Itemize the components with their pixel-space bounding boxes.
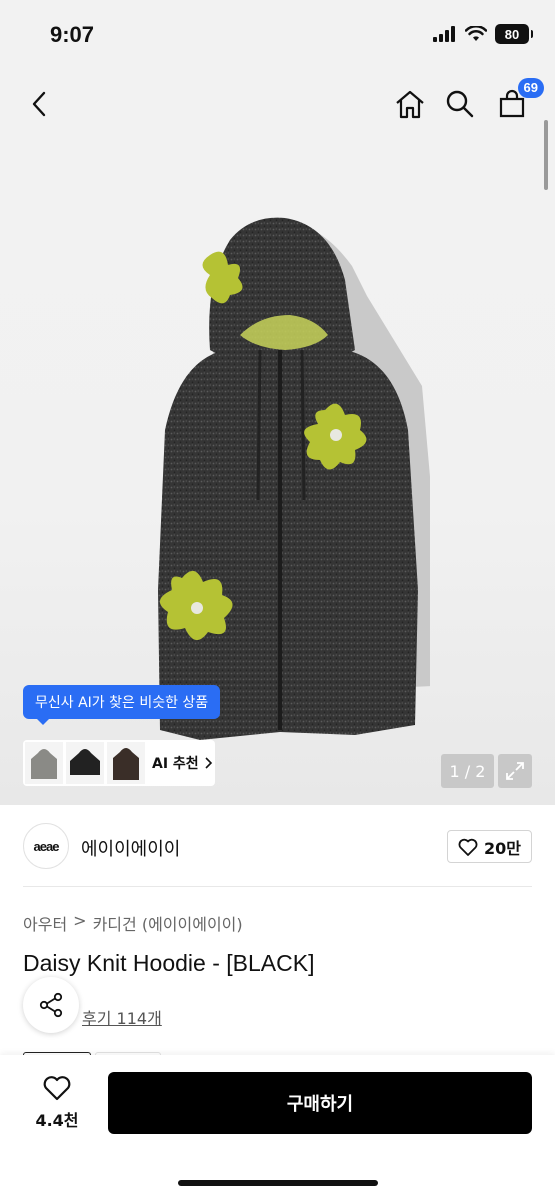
heart-icon [458,838,478,856]
share-button[interactable] [23,977,79,1033]
chevron-left-icon [32,91,46,117]
home-icon [396,90,424,119]
cart-count-badge: 69 [517,78,544,98]
share-icon [39,992,63,1018]
ai-recommend-panel[interactable]: AI 추천 [23,740,215,786]
back-button[interactable] [20,84,60,124]
breadcrumb-separator: > [73,911,87,930]
breadcrumb: 아우터 > 카디건 (에이이에이이) [23,911,243,935]
brand-like-count: 20만 [484,838,521,858]
search-button[interactable] [440,84,480,124]
hoodie-black-thumbnail [70,749,100,775]
search-icon [446,90,474,118]
status-icons: 80 [433,24,533,44]
breadcrumb-category[interactable]: 아우터 [23,911,67,935]
ai-recommend-link[interactable]: AI 추천 [152,753,213,773]
battery-icon: 80 [495,24,533,44]
bottom-purchase-bar: 4.4천 구매하기 [0,1055,555,1200]
gallery-pager: 1 / 2 [441,754,494,788]
brand-row[interactable]: aeae 에이이에이이 20만 [0,805,555,887]
wishlist-button[interactable]: 4.4천 [30,1075,84,1131]
signal-icon [433,26,455,42]
breadcrumb-subcategory[interactable]: 카디건 (에이이에이이) [93,911,243,935]
hoodie-brown-thumbnail [113,748,139,780]
brand-name[interactable]: 에이이에이이 [81,835,180,861]
product-title: Daisy Knit Hoodie - [BLACK] [23,950,315,976]
brand-like-button[interactable]: 20만 [447,830,532,863]
recommend-thumbnail[interactable] [25,742,63,784]
wifi-icon [465,26,487,41]
ai-recommend-label: AI 추천 [152,756,199,772]
expand-button[interactable] [498,754,532,788]
heart-icon [43,1076,71,1101]
home-indicator [178,1180,378,1186]
brand-logo[interactable]: aeae [23,823,69,869]
hoodie-gray-thumbnail [31,749,57,779]
product-gallery[interactable]: 69 무신사 AI가 찾은 비슷한 상품 AI 추천 1 / 2 [0,70,555,805]
top-nav: 69 [0,70,555,140]
status-time: 9:07 [50,22,95,47]
chevron-right-icon [205,757,212,769]
cart-button[interactable]: 69 [492,78,544,124]
product-image [158,217,430,740]
recommend-thumbnail[interactable] [107,742,145,784]
scroll-indicator [544,120,548,190]
ai-recommend-tooltip: 무신사 AI가 찾은 비슷한 상품 [23,685,221,725]
home-button[interactable] [390,84,430,124]
expand-icon [506,762,524,780]
status-bar: 9:07 80 [0,0,555,70]
recommend-thumbnail[interactable] [66,742,104,784]
buy-button[interactable]: 구매하기 [108,1072,532,1134]
review-link[interactable]: 후기 114개 [82,1005,162,1029]
wishlist-count: 4.4천 [35,1111,79,1130]
divider [23,886,532,887]
